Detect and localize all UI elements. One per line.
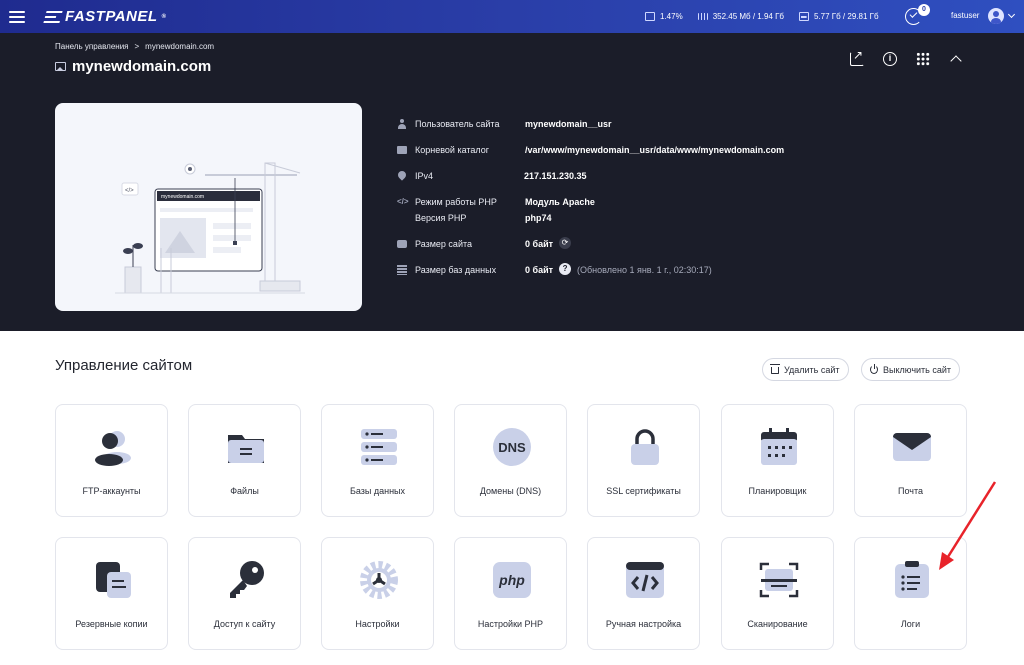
info-row-php-version: Версия PHP php74: [415, 213, 552, 223]
page-title: mynewdomain.com: [55, 58, 211, 75]
code-icon: </>: [397, 197, 409, 206]
disk-icon: [799, 12, 809, 21]
trash-icon: [770, 364, 780, 374]
tile-dns[interactable]: DNS Домены (DNS): [454, 404, 567, 517]
tile-files[interactable]: Файлы: [188, 404, 301, 517]
svg-text:DNS: DNS: [498, 440, 526, 455]
breadcrumb-current: mynewdomain.com: [145, 42, 215, 51]
breadcrumb-separator: >: [134, 42, 140, 51]
calendar-icon: [761, 428, 797, 465]
info-row-db-size: Размер баз данных 0 байт ? (Обновлено 1 …: [397, 263, 712, 275]
logo-mark-icon: [43, 10, 63, 23]
folder-icon: [228, 435, 264, 463]
scan-icon: [759, 562, 799, 598]
section-title: Управление сайтом: [55, 357, 193, 374]
site-image-icon: [55, 62, 66, 71]
tile-site-access[interactable]: Доступ к сайту: [188, 537, 301, 650]
tile-ssl[interactable]: SSL сертификаты: [587, 404, 700, 517]
tile-mail[interactable]: Почта: [854, 404, 967, 517]
ram-icon: [697, 13, 708, 20]
site-preview[interactable]: </> mynewdomain.com: [55, 103, 362, 311]
breadcrumb-root[interactable]: Панель управления: [55, 42, 129, 51]
tile-manual-config[interactable]: Ручная настройка: [587, 537, 700, 650]
site-header: Панель управления > mynewdomain.com myne…: [0, 33, 1024, 331]
tile-php-settings[interactable]: php Настройки PHP: [454, 537, 567, 650]
tile-settings[interactable]: Настройки: [321, 537, 434, 650]
svg-text:</>: </>: [125, 188, 134, 194]
domain-name: mynewdomain.com: [72, 58, 212, 75]
tile-ftp-accounts[interactable]: FTP-аккаунты: [55, 404, 168, 517]
header-actions: i: [850, 48, 963, 66]
code-icon: [626, 562, 664, 598]
top-bar: FASTPANEL ® 1.47% 352.45 Мб / 1.94 Гб 5.7…: [0, 0, 1024, 33]
disable-site-button[interactable]: Выключить сайт: [861, 358, 960, 381]
logo-text: FASTPANEL: [65, 8, 158, 25]
mail-icon: [893, 433, 931, 461]
location-pin-icon: [396, 169, 408, 181]
tile-scanning[interactable]: Сканирование: [721, 537, 834, 650]
notification-badge: 0: [918, 4, 930, 16]
chevron-up-icon[interactable]: [949, 52, 963, 66]
ram-stat: 352.45 Мб / 1.94 Гб: [697, 12, 784, 21]
fastpanel-logo[interactable]: FASTPANEL ®: [43, 8, 166, 25]
cpu-icon: [645, 12, 655, 21]
info-row-site-size: Размер сайта 0 байт ⟳: [397, 237, 572, 249]
avatar[interactable]: [988, 8, 1004, 24]
backup-icon: [96, 562, 131, 598]
php-icon: php: [493, 562, 531, 598]
user-icon: [397, 119, 407, 129]
menu-icon[interactable]: [9, 10, 25, 23]
dns-icon: DNS: [493, 428, 531, 466]
gear-icon: [360, 561, 398, 599]
database-size-icon: [397, 265, 407, 275]
power-icon: [870, 364, 878, 374]
apps-grid-icon[interactable]: [916, 52, 930, 66]
info-row-ip: IPv4 217.151.230.35: [396, 169, 587, 181]
tile-logs[interactable]: Логи: [854, 537, 967, 650]
breadcrumb: Панель управления > mynewdomain.com: [55, 42, 214, 51]
site-preview-illustration: </> mynewdomain.com: [115, 162, 305, 294]
storage-icon: [397, 240, 407, 248]
lock-icon: [631, 429, 659, 465]
delete-site-button[interactable]: Удалить сайт: [762, 358, 849, 381]
username[interactable]: fastuser: [951, 11, 979, 20]
cpu-stat: 1.47%: [645, 12, 683, 21]
tile-scheduler[interactable]: Планировщик: [721, 404, 834, 517]
info-row-user: Пользователь сайта mynewdomain__usr: [397, 119, 612, 129]
users-icon: [95, 431, 131, 466]
refresh-icon[interactable]: ⟳: [559, 237, 572, 249]
key-icon: [230, 561, 264, 598]
svg-text:php: php: [498, 572, 525, 588]
server-stats: 1.47% 352.45 Мб / 1.94 Гб 5.77 Гб / 29.8…: [645, 0, 879, 33]
tile-databases[interactable]: Базы данных: [321, 404, 434, 517]
external-link-icon[interactable]: [850, 48, 864, 66]
tile-backups[interactable]: Резервные копии: [55, 537, 168, 650]
info-icon[interactable]: i: [883, 52, 897, 66]
info-row-php-mode: </> Режим работы PHP Модуль Apache: [397, 197, 595, 207]
help-icon[interactable]: ?: [559, 263, 572, 275]
logs-icon: [895, 561, 929, 598]
database-icon: [361, 429, 397, 465]
disk-stat: 5.77 Гб / 29.81 Гб: [799, 12, 879, 21]
chevron-down-icon[interactable]: [1007, 10, 1016, 19]
info-row-root: Корневой каталог /var/www/mynewdomain__u…: [397, 145, 784, 155]
folder-icon: [397, 146, 407, 154]
preview-url: mynewdomain.com: [161, 194, 204, 200]
